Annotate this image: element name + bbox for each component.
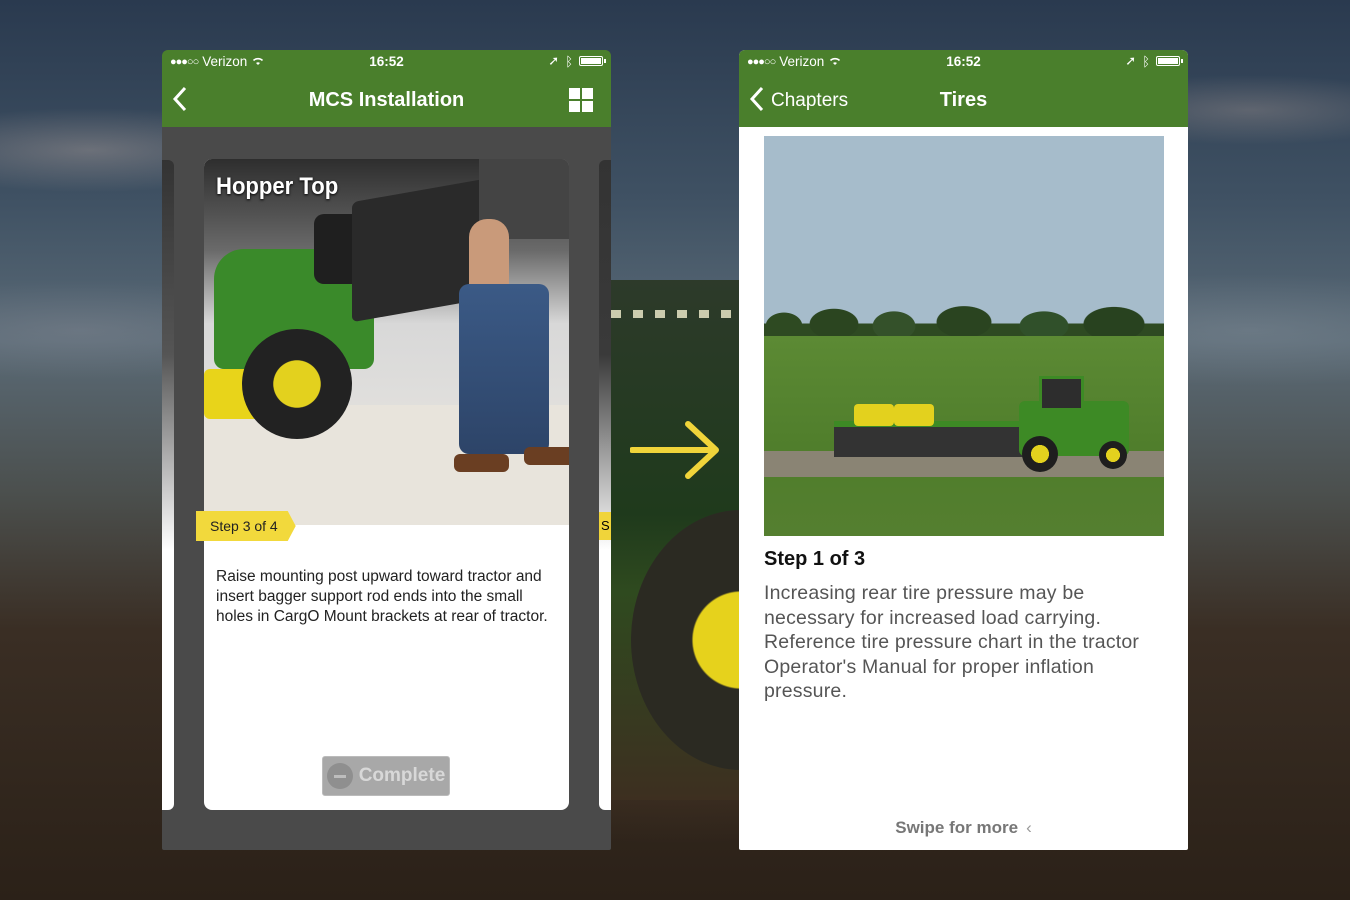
- hopper-top-photo: Hopper Top: [204, 159, 569, 525]
- swipe-hint[interactable]: Swipe for more ‹: [739, 818, 1188, 838]
- background-tractor-image: [611, 280, 851, 800]
- chevron-left-icon: ‹: [1026, 818, 1032, 837]
- status-time: 16:52: [946, 54, 981, 69]
- step-badge: Step 3 of 4: [196, 511, 296, 541]
- nav-title: MCS Installation: [308, 89, 465, 111]
- nav-bar: Chapters Tires: [739, 74, 1188, 127]
- bluetooth-icon: ᛒ: [1142, 53, 1150, 69]
- previous-card-peek[interactable]: [162, 160, 174, 810]
- swipe-hint-label: Swipe for more: [895, 818, 1019, 837]
- location-icon: ➚: [548, 53, 560, 68]
- step-heading: Step 1 of 3: [764, 548, 866, 570]
- next-card-peek[interactable]: [599, 160, 611, 810]
- tractor-planter-photo: [764, 136, 1164, 536]
- nav-title: Tires: [939, 89, 988, 111]
- status-time: 16:52: [369, 54, 404, 69]
- step-instructions: Raise mounting post upward toward tracto…: [216, 568, 548, 625]
- card-title: Hopper Top: [216, 173, 339, 200]
- grid-menu-icon[interactable]: [569, 88, 593, 112]
- status-icons: ➚ ᛒ: [548, 53, 606, 69]
- complete-label: Complete: [358, 765, 446, 786]
- status-icons: ➚ ᛒ: [1125, 53, 1183, 69]
- nav-bar: MCS Installation: [162, 74, 611, 127]
- right-arrow-icon: [630, 421, 719, 479]
- minus-circle-icon: [326, 763, 353, 789]
- battery-icon: [579, 56, 606, 66]
- complete-button[interactable]: Complete: [322, 756, 450, 796]
- left-phone-screen: ●●●○○ Verizon 16:52 ➚ ᛒ MCS Installation…: [162, 50, 611, 850]
- step-instructions: Increasing rear tire pressure may be nec…: [764, 582, 1140, 702]
- tractor-lights: [611, 310, 739, 318]
- battery-icon: [1156, 56, 1183, 66]
- status-bar: ●●●○○ Verizon 16:52 ➚ ᛒ: [739, 50, 1188, 74]
- status-bar: ●●●○○ Verizon 16:52 ➚ ᛒ: [162, 50, 611, 74]
- location-icon: ➚: [1125, 53, 1137, 68]
- right-phone-screen: ●●●○○ Verizon 16:52 ➚ ᛒ Chapters Tires S…: [739, 50, 1188, 850]
- step-card[interactable]: Hopper Top Step 3 of 4 Raise mounting po…: [196, 159, 569, 810]
- next-card-step-badge: S: [599, 512, 611, 540]
- bluetooth-icon: ᛒ: [565, 53, 573, 69]
